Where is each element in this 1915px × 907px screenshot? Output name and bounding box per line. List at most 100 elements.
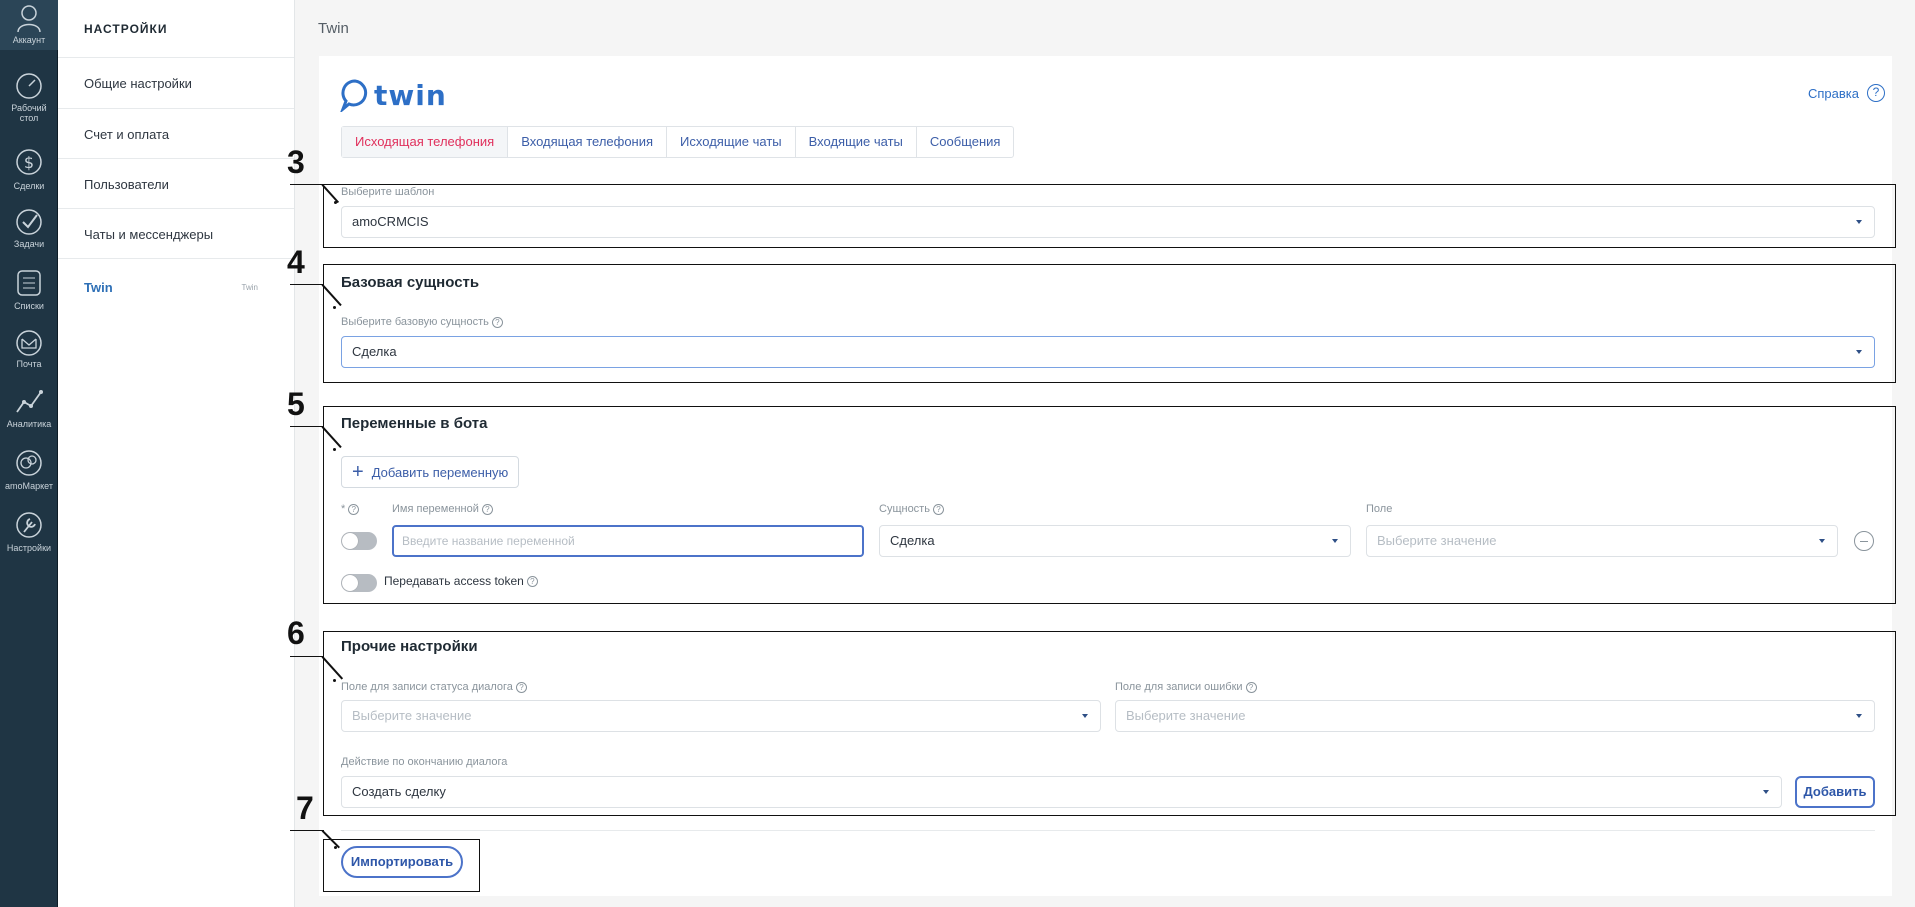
rail-item-settings[interactable]: Настройки (0, 510, 58, 553)
check-icon (16, 209, 42, 235)
caret-down-icon (1819, 539, 1825, 543)
rail-item-analytics[interactable]: Аналитика (0, 388, 58, 429)
question-icon: ? (1867, 84, 1885, 102)
status-field-placeholder: Выберите значение (352, 708, 472, 723)
rail-item-market[interactable]: amoМаркет (0, 448, 58, 491)
sidebar-item-twin[interactable]: Twin Twin (58, 262, 294, 313)
question-icon[interactable]: ? (348, 503, 360, 515)
base-entity-label: Выберите базовую сущность ? (341, 316, 503, 328)
help-label: Справка (1808, 85, 1859, 101)
annotation-dot (334, 846, 337, 849)
market-icon (16, 450, 42, 476)
tab-outgoing-telephony[interactable]: Исходящая телефония (342, 127, 509, 157)
analytics-icon (16, 390, 43, 413)
access-token-toggle[interactable] (341, 574, 377, 592)
sidebar-item-users[interactable]: Пользователи (58, 158, 294, 209)
status-field-label: Поле для записи статуса диалога ? (341, 681, 527, 693)
rail-label: Сделки (13, 181, 45, 191)
annotation-number-3: 3 (287, 144, 305, 180)
logo-text: twin (374, 78, 447, 112)
end-action-value: Создать сделку (352, 784, 446, 799)
error-field-label: Поле для записи ошибки ? (1115, 681, 1257, 693)
caret-down-icon (1856, 714, 1862, 718)
tab-messages[interactable]: Сообщения (917, 127, 1014, 157)
divider (341, 830, 1875, 831)
caret-down-icon (1763, 790, 1769, 794)
base-entity-select[interactable]: Сделка (341, 336, 1875, 368)
mail-icon (16, 330, 42, 356)
required-mark: * (341, 503, 346, 515)
caret-down-icon (1856, 350, 1862, 354)
question-icon[interactable]: ? (515, 681, 527, 693)
base-entity-title: Базовая сущность (341, 274, 480, 291)
caret-down-icon (1332, 539, 1338, 543)
variable-name-input[interactable]: Введите название переменной (392, 525, 864, 557)
access-token-text: Передавать access token (384, 574, 524, 588)
rail-item-account[interactable]: Аккаунт (0, 0, 58, 50)
import-button[interactable]: Импортировать (341, 846, 463, 878)
required-column-label: * ? (341, 503, 360, 515)
add-action-button[interactable]: Добавить (1795, 776, 1875, 808)
question-icon[interactable]: ? (932, 503, 944, 515)
question-icon[interactable]: ? (526, 575, 538, 587)
variable-field-placeholder: Выберите значение (1377, 533, 1497, 548)
tab-incoming-telephony[interactable]: Входящая телефония (508, 127, 668, 157)
variable-field-select[interactable]: Выберите значение (1366, 525, 1838, 557)
sidebar-item-billing[interactable]: Счет и оплата (58, 108, 294, 159)
sidebar-item-sublabel: Twin (241, 283, 258, 292)
toggle-knob (342, 575, 358, 591)
rail-label: Аккаунт (12, 35, 46, 45)
access-token-label: Передавать access token ? (384, 574, 538, 588)
status-field-select[interactable]: Выберите значение (341, 700, 1101, 732)
dollar-icon: $ (16, 149, 42, 175)
rail-label: amoМаркет (5, 481, 53, 491)
annotation-dot (333, 679, 336, 682)
help-link[interactable]: Справка ? (1808, 84, 1885, 102)
end-action-select[interactable]: Создать сделку (341, 776, 1782, 808)
annotation-line (290, 656, 324, 657)
sidebar-item-label: Twin (84, 280, 113, 295)
error-field-placeholder: Выберите значение (1126, 708, 1246, 723)
annotation-number-6: 6 (287, 615, 305, 651)
error-field-select[interactable]: Выберите значение (1115, 700, 1875, 732)
tab-outgoing-chats[interactable]: Исходящие чаты (667, 127, 796, 157)
template-select[interactable]: amoCRMCIS (341, 206, 1875, 238)
rail-item-mail[interactable]: Почта (0, 330, 58, 369)
sidebar-title: НАСТРОЙКИ (84, 22, 168, 36)
base-entity-value: Сделка (352, 344, 397, 359)
wrench-icon (16, 512, 42, 538)
dashboard-icon (16, 73, 42, 99)
svg-text:$: $ (24, 153, 34, 172)
rail-item-dashboard[interactable]: Рабочий стол (0, 72, 58, 123)
variable-entity-select[interactable]: Сделка (879, 525, 1351, 557)
settings-sidebar: НАСТРОЙКИ Общие настройки Счет и оплата … (58, 0, 295, 907)
list-icon (17, 270, 41, 296)
rail-item-lists[interactable]: Списки (0, 268, 58, 311)
status-field-text: Поле для записи статуса диалога (341, 681, 513, 693)
chat-bubble-icon (340, 79, 368, 112)
twin-logo: twin (340, 78, 447, 112)
annotation-dot (334, 201, 337, 204)
sidebar-item-general[interactable]: Общие настройки (58, 57, 294, 108)
main-nav-rail: Аккаунт Рабочий стол $ Сделки Задачи Спи… (0, 0, 58, 907)
tab-incoming-chats[interactable]: Входящие чаты (796, 127, 917, 157)
variable-entity-value: Сделка (890, 533, 935, 548)
annotation-line (290, 284, 324, 285)
question-icon[interactable]: ? (1245, 681, 1257, 693)
annotation-line (290, 184, 324, 185)
rail-label: Списки (14, 301, 44, 311)
add-variable-button[interactable]: + Добавить переменную (341, 456, 520, 488)
rail-label: Аналитика (6, 419, 52, 429)
rail-item-deals[interactable]: $ Сделки (0, 146, 58, 191)
question-icon[interactable]: ? (481, 503, 493, 515)
rail-item-tasks[interactable]: Задачи (0, 208, 58, 249)
sidebar-item-chats[interactable]: Чаты и мессенджеры (58, 208, 294, 259)
page-title: Twin (318, 20, 349, 37)
end-action-label: Действие по окончанию диалога (341, 756, 508, 768)
required-toggle[interactable] (341, 532, 377, 550)
annotation-box-5 (323, 406, 1896, 604)
variable-name-column-text: Имя переменной (392, 503, 479, 515)
remove-variable-button[interactable] (1854, 531, 1874, 551)
question-icon[interactable]: ? (491, 316, 503, 328)
tabs-bar: Исходящая телефония Входящая телефония И… (341, 126, 1015, 158)
